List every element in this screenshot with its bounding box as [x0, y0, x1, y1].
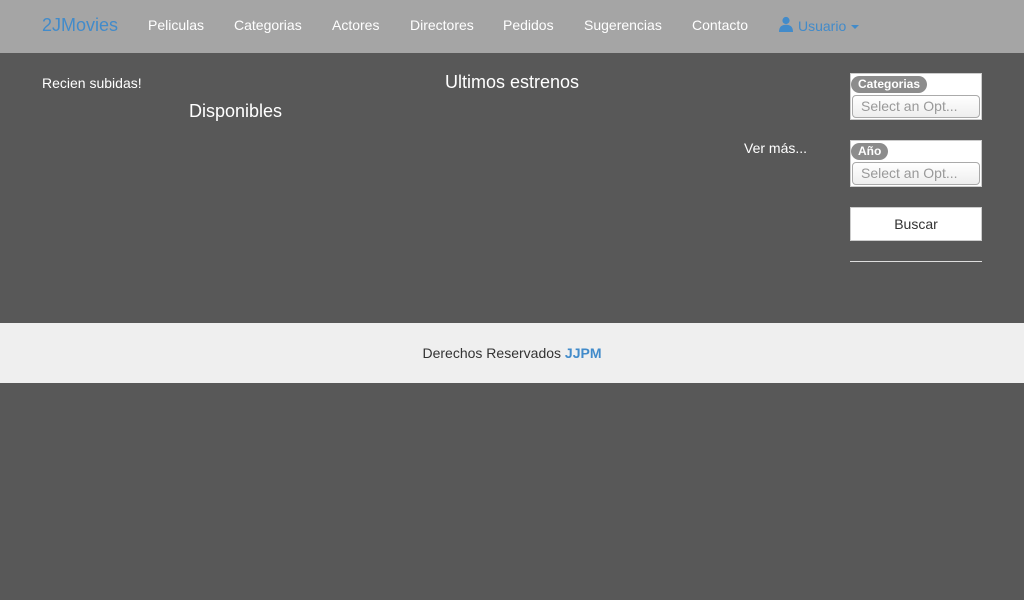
- category-filter: Categorias Select an Opt...: [850, 73, 982, 120]
- search-button[interactable]: Buscar: [850, 207, 982, 241]
- footer-copyright: Derechos Reservados: [422, 345, 562, 361]
- see-more-link[interactable]: Ver más...: [744, 140, 807, 156]
- year-filter-label: Año: [851, 143, 889, 160]
- nav-item-categorias[interactable]: Categorias: [234, 16, 302, 34]
- nav-item-peliculas[interactable]: Peliculas: [148, 16, 204, 34]
- nav-item-actores[interactable]: Actores: [332, 16, 379, 34]
- recent-uploads-heading: Recien subidas!: [42, 75, 142, 91]
- nav-item-directores[interactable]: Directores: [410, 16, 474, 34]
- nav-item-contacto[interactable]: Contacto: [692, 16, 748, 34]
- nav-item-sugerencias[interactable]: Sugerencias: [584, 16, 662, 34]
- category-filter-label: Categorias: [851, 76, 928, 93]
- caret-down-icon: [851, 25, 860, 30]
- category-select[interactable]: Select an Opt...: [852, 95, 980, 118]
- user-icon: [779, 16, 793, 32]
- footer-brand-link[interactable]: JJPM: [565, 345, 602, 361]
- user-label: Usuario: [798, 18, 847, 34]
- year-filter: Año Select an Opt...: [850, 140, 982, 187]
- footer-text: Derechos Reservados JJPM: [423, 345, 602, 361]
- user-dropdown[interactable]: Usuario: [778, 16, 860, 36]
- top-navbar: 2JMovies Peliculas Categorias Actores Di…: [0, 0, 1024, 53]
- latest-releases-heading: Ultimos estrenos: [445, 72, 580, 92]
- brand-link[interactable]: 2JMovies: [42, 14, 118, 36]
- footer: Derechos Reservados JJPM: [0, 323, 1024, 383]
- year-select[interactable]: Select an Opt...: [852, 162, 980, 185]
- sidebar-divider: [850, 261, 982, 262]
- available-heading: Disponibles: [189, 101, 283, 121]
- nav-item-pedidos[interactable]: Pedidos: [503, 16, 554, 34]
